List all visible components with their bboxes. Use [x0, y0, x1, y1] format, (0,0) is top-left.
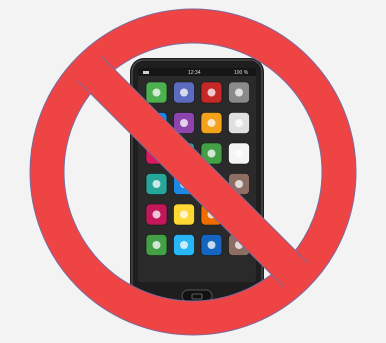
- clock-app-glyph: [235, 119, 243, 127]
- browser-app-glyph: [180, 241, 188, 249]
- compass-app-glyph: [235, 180, 243, 188]
- status-battery: 100 %: [234, 70, 249, 76]
- train-app-glyph: [207, 149, 216, 158]
- calendar-app-glyph: [207, 88, 216, 97]
- status-bar: 12:34 100 %: [138, 68, 256, 76]
- maps-app-glyph: [152, 180, 161, 188]
- contacts-app-glyph: [180, 119, 188, 127]
- games-app-glyph: [152, 210, 161, 219]
- no-phone-illustration: 12:34 100 %: [29, 8, 357, 336]
- photos-app-glyph: [180, 88, 188, 97]
- messages-app-glyph: [152, 88, 161, 97]
- status-time: 12:34: [188, 70, 201, 76]
- mail-app-glyph: [207, 241, 216, 249]
- image-frame: 12:34 100 %: [6, 6, 380, 337]
- settings-app-glyph: [235, 88, 243, 97]
- shopping-app-glyph: [180, 210, 188, 219]
- call-app-glyph: [152, 241, 161, 249]
- signal-icon: [143, 71, 149, 74]
- health-app-glyph: [235, 149, 243, 158]
- camera-app-glyph: [207, 119, 216, 127]
